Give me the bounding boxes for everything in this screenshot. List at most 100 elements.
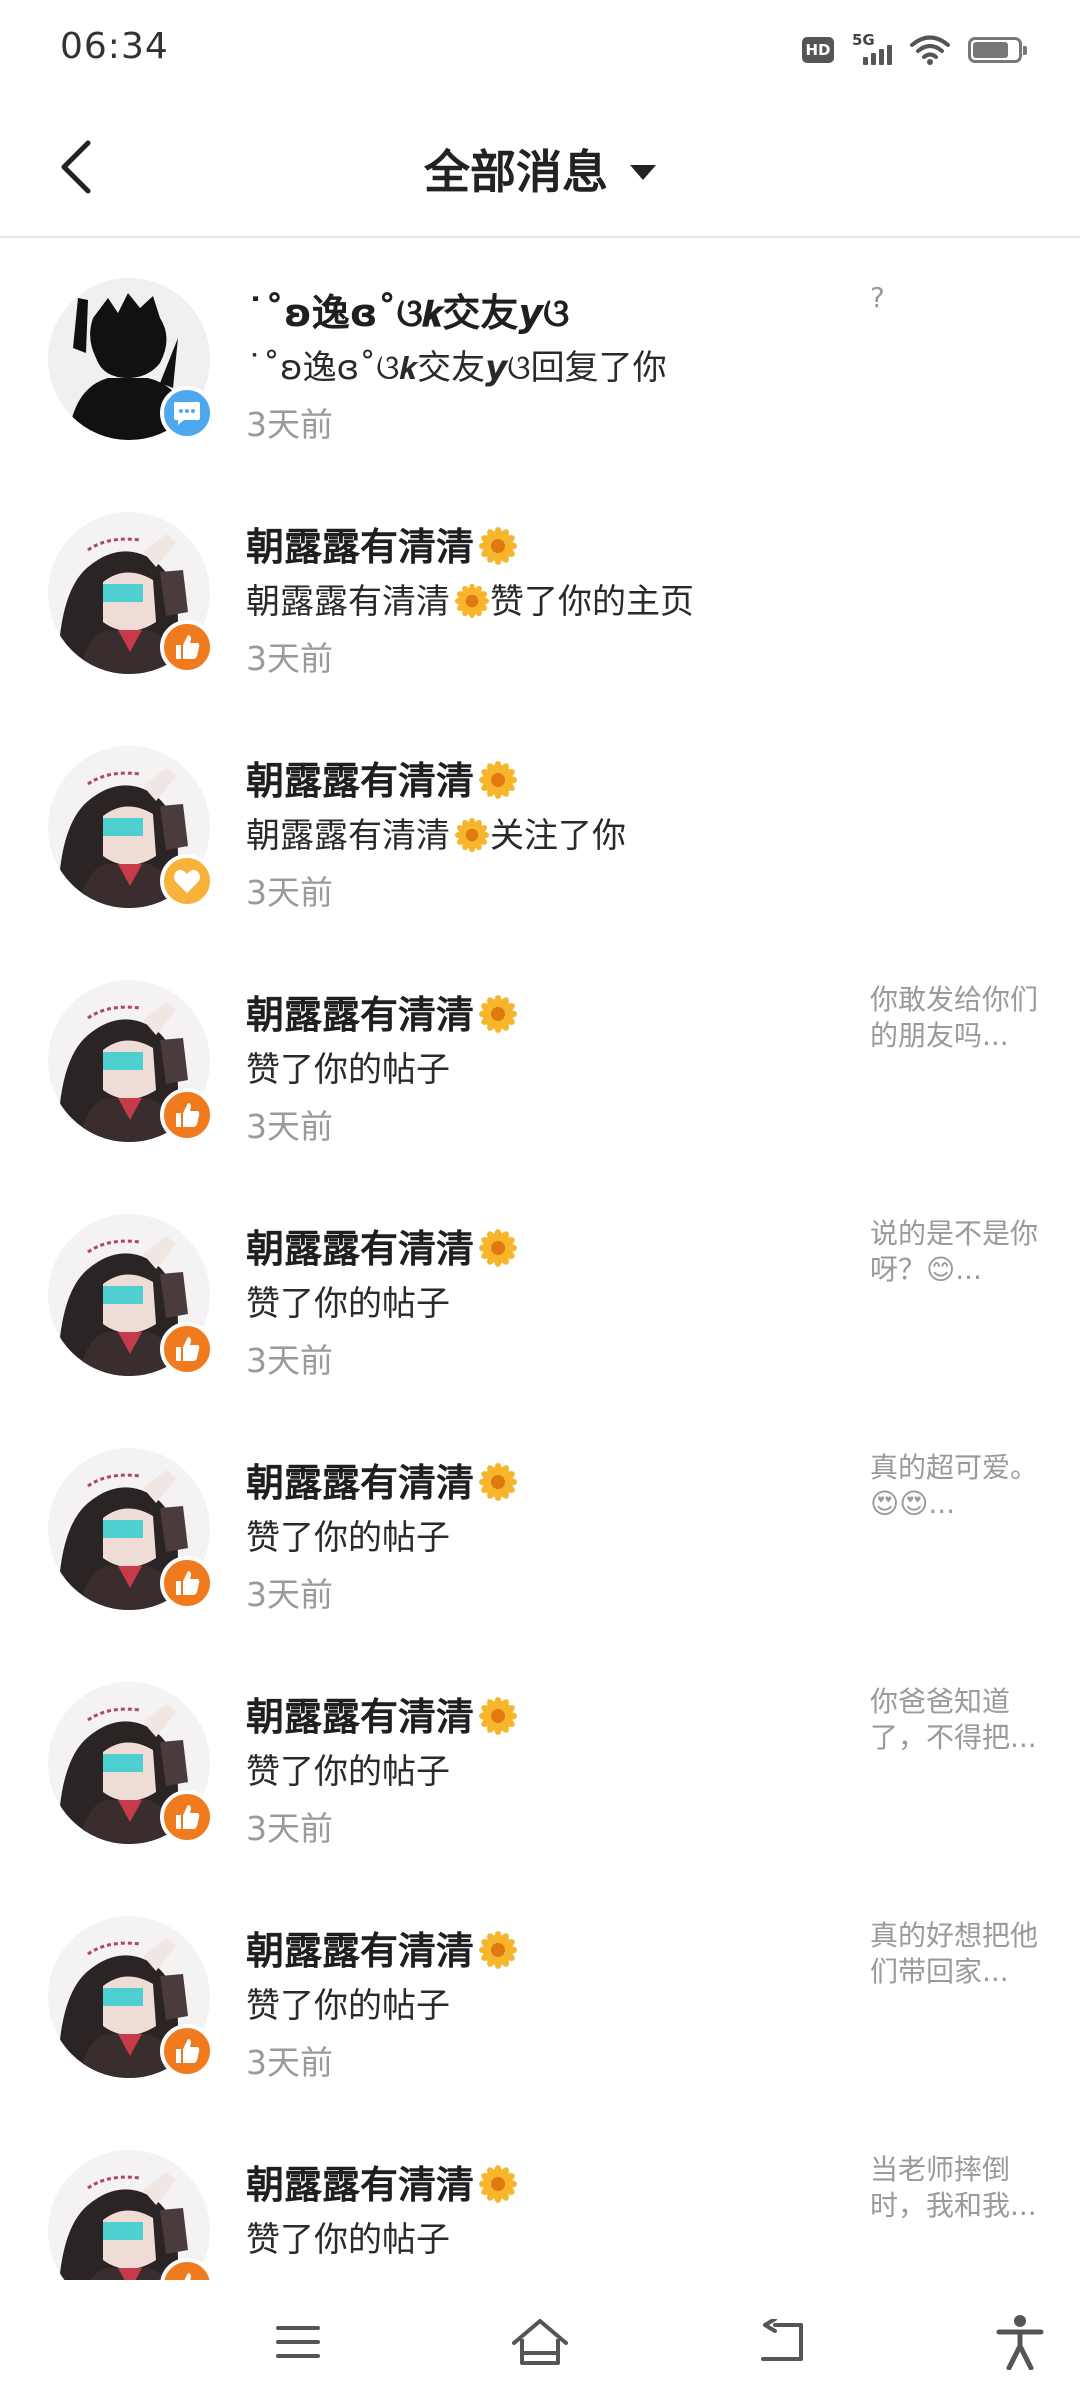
sender-name[interactable]: 朝露露有清清: [246, 1452, 518, 1507]
menu-button[interactable]: [268, 2312, 328, 2372]
message-time: 3天前: [246, 1568, 333, 1616]
avatar[interactable]: [48, 1448, 214, 1610]
post-preview[interactable]: 当老师摔倒时，我和我...: [870, 2152, 1040, 2224]
post-preview-text: 当老师摔倒时，我和我...: [870, 2153, 1037, 2222]
message-item[interactable]: 朝露露有清清 赞了你的帖子 3天前 真的好想把他们带回家...: [0, 1878, 1080, 2112]
home-button[interactable]: [510, 2312, 570, 2372]
menu-icon: [276, 2326, 320, 2358]
message-item[interactable]: 朝露露有清清 赞了你的帖子 3天前 你敢发给你们的朋友吗...: [0, 942, 1080, 1176]
time-label: 3天前: [246, 1575, 333, 1614]
message-text-label: 赞了你的帖子: [246, 1050, 450, 1090]
message-text-label: ˙˚ʚ逸ɞ˚ଓ𝙠交友𝙮ଓ回复了你: [246, 348, 667, 388]
post-preview[interactable]: 你爸爸知道了，不得把...: [870, 1684, 1040, 1756]
message-item[interactable]: 朝露露有清清 赞了你的帖子 3天前 真的超可爱。😍😍...: [0, 1410, 1080, 1644]
like-badge-icon: [160, 620, 214, 674]
thumbs-up-icon: [176, 1805, 200, 1829]
avatar[interactable]: [48, 2150, 214, 2280]
message-list[interactable]: ˙˚ʚ逸ɞ˚ଓ𝙠交友𝙮ଓ ˙˚ʚ逸ɞ˚ଓ𝙠交友𝙮ଓ回复了你 3天前 ? 朝露露有…: [0, 240, 1080, 2280]
message-time: 3天前: [246, 398, 333, 446]
sender-name-label: 朝露露有清清: [246, 2163, 475, 2207]
sender-name-label: 朝露露有清清: [246, 1695, 475, 1739]
post-preview-text: 你爸爸知道了，不得把...: [870, 1685, 1037, 1754]
accessibility-button[interactable]: [990, 2312, 1050, 2372]
back-nav-button[interactable]: [752, 2312, 812, 2372]
message-item[interactable]: 朝露露有清清 赞了你的帖子 3天前 你爸爸知道了，不得把...: [0, 1644, 1080, 1878]
message-item[interactable]: ˙˚ʚ逸ɞ˚ଓ𝙠交友𝙮ଓ ˙˚ʚ逸ɞ˚ଓ𝙠交友𝙮ଓ回复了你 3天前 ?: [0, 240, 1080, 474]
post-preview[interactable]: 你敢发给你们的朋友吗...: [870, 982, 1040, 1054]
flower-emoji-icon: [454, 583, 490, 619]
message-text: ˙˚ʚ逸ɞ˚ଓ𝙠交友𝙮ଓ回复了你: [246, 340, 667, 389]
time-label: 3天前: [246, 873, 333, 912]
sender-name[interactable]: ˙˚ʚ逸ɞ˚ଓ𝙠交友𝙮ଓ: [246, 282, 569, 337]
avatar[interactable]: [48, 1682, 214, 1844]
caret-down-icon: [630, 164, 656, 180]
message-time: 3天前: [246, 866, 333, 914]
time-label: 3天前: [246, 1809, 333, 1848]
thumbs-up-icon: [176, 635, 200, 659]
message-filter-dropdown[interactable]: 全部消息: [0, 136, 1080, 202]
status-bar: 06:34 HD 5G: [0, 0, 1080, 100]
sender-name[interactable]: 朝露露有清清: [246, 516, 518, 571]
message-text: 朝露露有清清 赞了你的主页: [246, 574, 694, 623]
avatar[interactable]: [48, 1214, 214, 1376]
time-label: 3天前: [246, 405, 333, 444]
message-text-label: 关注了你: [490, 816, 626, 856]
header: 全部消息: [0, 100, 1080, 238]
chat-bubble-icon: [174, 402, 200, 425]
sender-name[interactable]: 朝露露有清清: [246, 1920, 518, 1975]
avatar[interactable]: [48, 746, 214, 908]
message-item[interactable]: 朝露露有清清 朝露露有清清 赞了你的主页 3天前: [0, 474, 1080, 708]
message-text-label: 赞了你的帖子: [246, 2220, 450, 2260]
sender-name-label: 朝露露有清清: [246, 759, 475, 803]
post-preview-text: 说的是不是你呀？😊...: [870, 1217, 1039, 1286]
like-badge-icon: [160, 1556, 214, 1610]
flower-emoji-icon: [479, 1463, 518, 1501]
status-icons: HD 5G: [802, 30, 1027, 70]
sender-name-label: 朝露露有清清: [246, 525, 475, 569]
post-preview[interactable]: 真的超可爱。😍😍...: [870, 1450, 1040, 1522]
comment-badge-icon: [160, 386, 214, 440]
avatar[interactable]: [48, 980, 214, 1142]
thumbs-up-icon: [184, 2273, 191, 2280]
post-preview-text: 真的超可爱。😍😍...: [870, 1451, 1039, 1520]
message-text: 朝露露有清清 关注了你: [246, 808, 626, 857]
time-label: 3天前: [246, 1341, 333, 1380]
avatar[interactable]: [48, 512, 214, 674]
post-preview[interactable]: ?: [870, 280, 1040, 316]
message-text: 赞了你的帖子: [246, 1510, 450, 1559]
thumbs-up-icon: [176, 1571, 200, 1595]
message-text: 赞了你的帖子: [246, 2212, 450, 2261]
sender-name[interactable]: 朝露露有清清: [246, 984, 518, 1039]
message-text-label: 赞了你的帖子: [246, 1284, 450, 1324]
sender-name[interactable]: 朝露露有清清: [246, 1218, 518, 1273]
sender-name-label: 朝露露有清清: [246, 1227, 475, 1271]
sender-name-label: ˙˚ʚ逸ɞ˚ଓ𝙠交友𝙮ଓ: [246, 291, 570, 335]
message-time: 3天前: [246, 1334, 333, 1382]
heart-badge-icon: [160, 854, 214, 908]
flower-emoji-icon: [454, 817, 490, 853]
like-badge-icon: [160, 1790, 214, 1844]
flower-emoji-icon: [479, 761, 518, 799]
post-preview[interactable]: 真的好想把他们带回家...: [870, 1918, 1040, 1990]
message-text-label: 赞了你的帖子: [246, 1518, 450, 1558]
message-item[interactable]: 朝露露有清清 赞了你的帖子 3天前 当老师摔倒时，我和我...: [0, 2112, 1080, 2280]
avatar[interactable]: [48, 278, 214, 440]
like-badge-icon: [160, 1088, 214, 1142]
sender-name[interactable]: 朝露露有清清: [246, 2154, 518, 2209]
sender-name[interactable]: 朝露露有清清: [246, 750, 518, 805]
flower-emoji-icon: [479, 1697, 518, 1735]
sender-name-label: 朝露露有清清: [246, 1461, 475, 1505]
flower-emoji-icon: [479, 1931, 518, 1969]
message-item[interactable]: 朝露露有清清 赞了你的帖子 3天前 说的是不是你呀？😊...: [0, 1176, 1080, 1410]
wifi-icon: [910, 35, 950, 65]
message-text: 赞了你的帖子: [246, 1042, 450, 1091]
message-text: 赞了你的帖子: [246, 1276, 450, 1325]
heart-icon: [174, 869, 200, 893]
post-preview-text: ?: [870, 281, 885, 314]
post-preview[interactable]: 说的是不是你呀？😊...: [870, 1216, 1040, 1288]
status-time: 06:34: [60, 26, 169, 67]
battery-icon: [968, 37, 1027, 63]
avatar[interactable]: [48, 1916, 214, 2078]
message-item[interactable]: 朝露露有清清 朝露露有清清 关注了你 3天前: [0, 708, 1080, 942]
sender-name[interactable]: 朝露露有清清: [246, 1686, 518, 1741]
